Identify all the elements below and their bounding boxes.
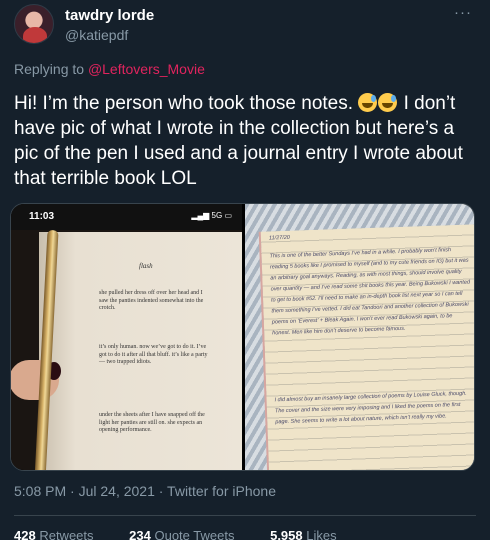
book-page-text-3: under the sheets after I have snapped of… bbox=[99, 412, 205, 433]
tweet-header: tawdry lorde @katiepdf ··· bbox=[14, 4, 476, 48]
journal-page: 11/27/20 This is one of the better Sunda… bbox=[258, 224, 474, 470]
divider bbox=[14, 515, 476, 516]
tweet-timestamp[interactable]: 5:08 PM · Jul 24, 2021 · Twitter for iPh… bbox=[14, 483, 276, 499]
tweet-text-part1: Hi! I’m the person who took those notes. bbox=[14, 93, 354, 114]
more-options-icon[interactable]: ··· bbox=[454, 4, 472, 21]
quotes-label: Quote Tweets bbox=[154, 528, 235, 540]
network-label: 5G bbox=[211, 211, 223, 220]
retweets-label: Retweets bbox=[39, 528, 94, 540]
book-page-title: flash bbox=[139, 262, 153, 270]
photo-pen-and-book[interactable]: flash she pulled her dress off over her … bbox=[11, 204, 242, 470]
tweet-text: Hi! I’m the person who took those notes.… bbox=[14, 91, 480, 191]
phone-status-bar: 11:03 ▂▄▆ 5G ▭ bbox=[11, 204, 242, 230]
reply-mention-link[interactable]: @Leftovers_Movie bbox=[88, 61, 205, 77]
replying-to-line: Replying to @Leftovers_Movie bbox=[14, 61, 205, 77]
photo-journal-entry[interactable]: 11/27/20 This is one of the better Sunda… bbox=[245, 204, 474, 470]
likes-label: Likes bbox=[306, 528, 337, 540]
engagement-stats: 428 Retweets 234 Quote Tweets 5,958 Like… bbox=[14, 528, 369, 540]
book-page: flash she pulled her dress off over her … bbox=[11, 232, 242, 470]
quotes-stat[interactable]: 234 Quote Tweets bbox=[129, 528, 250, 540]
avatar[interactable] bbox=[14, 4, 54, 44]
media-gallery: flash she pulled her dress off over her … bbox=[10, 203, 475, 471]
book-page-text-2: it’s only human. now we’ve got to do it.… bbox=[99, 344, 208, 365]
journal-entry-2: I did almost buy an insanely large colle… bbox=[274, 390, 467, 426]
author-handle[interactable]: @katiepdf bbox=[65, 27, 128, 43]
likes-count: 5,958 bbox=[270, 528, 303, 540]
retweets-stat[interactable]: 428 Retweets bbox=[14, 528, 110, 540]
status-time: 11:03 bbox=[29, 211, 55, 222]
sweat-smile-emoji-icon bbox=[378, 93, 398, 112]
likes-stat[interactable]: 5,958 Likes bbox=[270, 528, 353, 540]
quotes-count: 234 bbox=[129, 528, 151, 540]
author-display-name[interactable]: tawdry lorde bbox=[65, 7, 154, 24]
book-page-text-1: she pulled her dress off over her head a… bbox=[99, 290, 204, 311]
signal-icon: ▂▄▆ 5G ▭ bbox=[191, 211, 232, 220]
retweets-count: 428 bbox=[14, 528, 36, 540]
journal-entry-1: This is one of the better Sundays I’ve h… bbox=[269, 247, 471, 337]
replying-to-label: Replying to bbox=[14, 61, 85, 77]
sweat-smile-emoji-icon bbox=[358, 93, 378, 112]
